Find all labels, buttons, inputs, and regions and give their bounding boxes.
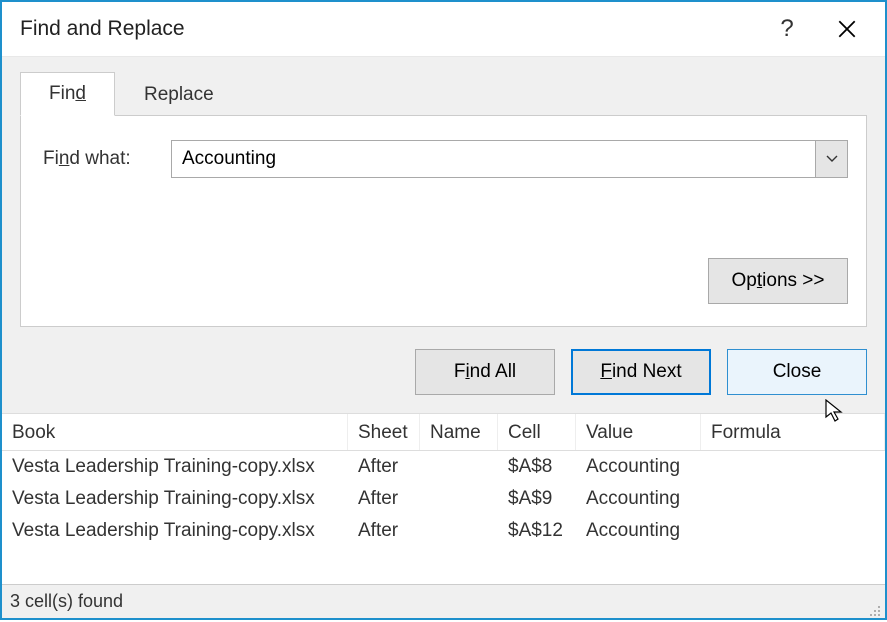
status-text: 3 cell(s) found — [10, 591, 123, 612]
statusbar: 3 cell(s) found — [2, 584, 885, 618]
button-row: Find All Find Next Close — [20, 349, 867, 395]
find-input-wrap — [171, 140, 848, 178]
cell-formula — [701, 451, 885, 483]
tab-find[interactable]: Find — [20, 72, 115, 116]
cell-sheet: After — [348, 451, 420, 483]
options-button[interactable]: Options >> — [708, 258, 848, 304]
cell-sheet: After — [348, 515, 420, 547]
chevron-down-icon — [826, 155, 838, 163]
cell-formula — [701, 483, 885, 515]
cell-book: Vesta Leadership Training-copy.xlsx — [2, 515, 348, 547]
cell-sheet: After — [348, 483, 420, 515]
find-all-button[interactable]: Find All — [415, 349, 555, 395]
table-header: Book Sheet Name Cell Value Formula — [2, 414, 885, 451]
table-row[interactable]: Vesta Leadership Training-copy.xlsx Afte… — [2, 483, 885, 515]
cell-value: Accounting — [576, 483, 701, 515]
find-replace-dialog: Find and Replace ? Find Replace Find wha… — [0, 0, 887, 620]
cell-name — [420, 451, 498, 483]
header-sheet[interactable]: Sheet — [348, 414, 420, 450]
close-icon[interactable] — [817, 9, 877, 49]
content-area: Find Replace Find what: Options >> Find … — [2, 56, 885, 413]
cell-cell: $A$12 — [498, 515, 576, 547]
resize-grip[interactable] — [867, 601, 881, 615]
tab-replace[interactable]: Replace — [115, 73, 243, 116]
find-what-label: Find what: — [39, 148, 147, 170]
titlebar: Find and Replace ? — [2, 2, 885, 56]
table-row[interactable]: Vesta Leadership Training-copy.xlsx Afte… — [2, 451, 885, 483]
cell-book: Vesta Leadership Training-copy.xlsx — [2, 483, 348, 515]
header-cell[interactable]: Cell — [498, 414, 576, 450]
cell-name — [420, 515, 498, 547]
find-panel: Find what: Options >> — [20, 115, 867, 327]
results-table: Book Sheet Name Cell Value Formula Vesta… — [2, 413, 885, 584]
cell-value: Accounting — [576, 515, 701, 547]
dialog-title: Find and Replace — [20, 17, 757, 41]
help-button[interactable]: ? — [757, 9, 817, 49]
header-value[interactable]: Value — [576, 414, 701, 450]
cell-value: Accounting — [576, 451, 701, 483]
header-formula[interactable]: Formula — [701, 414, 885, 450]
find-next-button[interactable]: Find Next — [571, 349, 711, 395]
dropdown-button[interactable] — [815, 141, 847, 177]
table-row[interactable]: Vesta Leadership Training-copy.xlsx Afte… — [2, 515, 885, 547]
find-what-row: Find what: — [39, 140, 848, 178]
tabs: Find Replace — [20, 71, 867, 115]
table-body: Vesta Leadership Training-copy.xlsx Afte… — [2, 451, 885, 547]
cell-formula — [701, 515, 885, 547]
close-button[interactable]: Close — [727, 349, 867, 395]
header-book[interactable]: Book — [2, 414, 348, 450]
find-what-input[interactable] — [172, 141, 815, 177]
cell-book: Vesta Leadership Training-copy.xlsx — [2, 451, 348, 483]
cell-name — [420, 483, 498, 515]
options-row: Options >> — [39, 258, 848, 304]
cell-cell: $A$8 — [498, 451, 576, 483]
cell-cell: $A$9 — [498, 483, 576, 515]
header-name[interactable]: Name — [420, 414, 498, 450]
